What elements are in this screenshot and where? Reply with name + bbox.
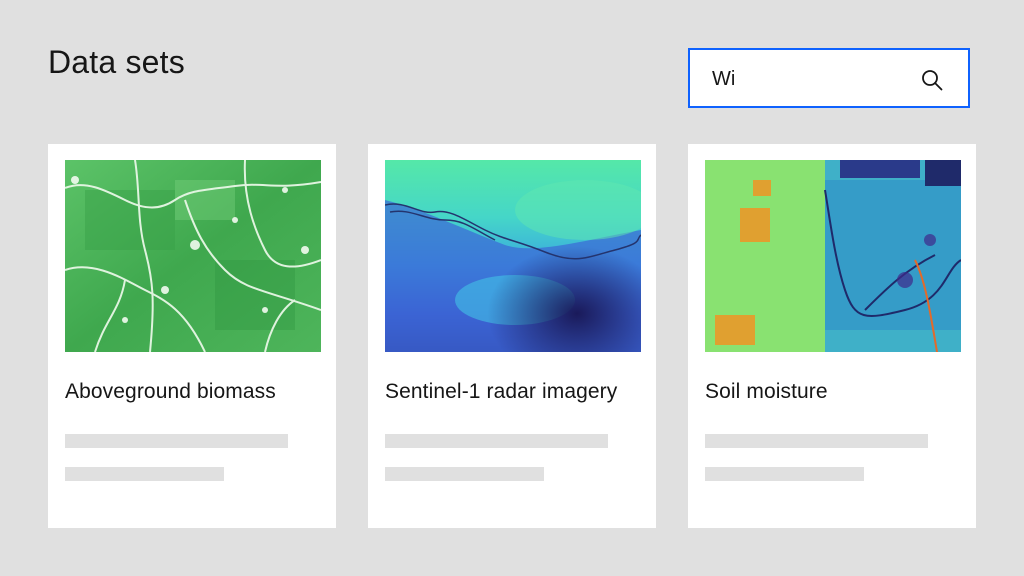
page-title: Data sets: [48, 44, 185, 80]
description-placeholder: [65, 467, 224, 481]
description-placeholder: [385, 434, 608, 448]
dataset-title: Sentinel-1 radar imagery: [385, 380, 618, 403]
dataset-title: Aboveground biomass: [65, 380, 276, 403]
dataset-title: Soil moisture: [705, 380, 828, 403]
dataset-thumbnail: [705, 160, 961, 352]
dataset-card-soil-moisture[interactable]: Soil moisture: [688, 144, 976, 528]
search-icon[interactable]: [920, 68, 944, 92]
description-placeholder: [385, 467, 544, 481]
dataset-thumbnail: [385, 160, 641, 352]
search-box[interactable]: [688, 48, 970, 108]
description-placeholder: [65, 434, 288, 448]
description-placeholder: [705, 467, 864, 481]
description-placeholder: [705, 434, 928, 448]
dataset-card-biomass[interactable]: Aboveground biomass: [48, 144, 336, 528]
dataset-card-radar[interactable]: Sentinel-1 radar imagery: [368, 144, 656, 528]
dataset-thumbnail: [65, 160, 321, 352]
search-input[interactable]: [712, 64, 912, 94]
